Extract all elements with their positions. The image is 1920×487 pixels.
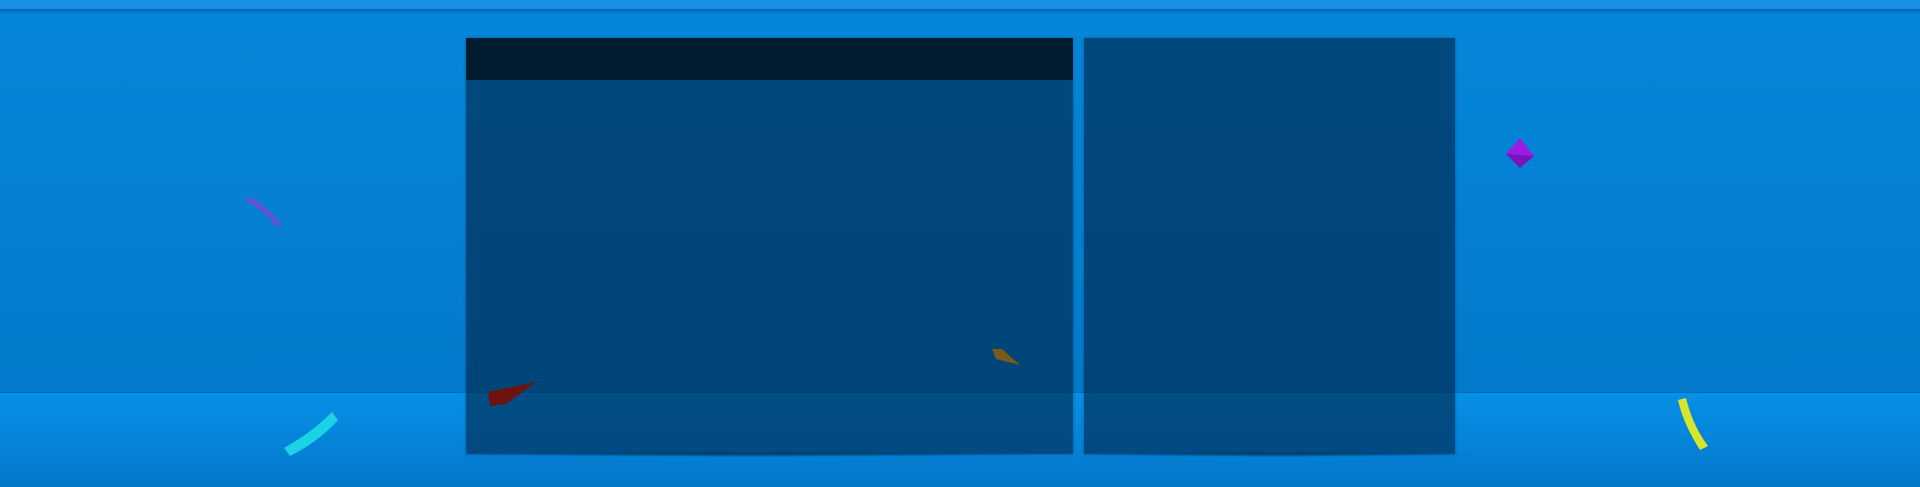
app-window bbox=[0, 0, 1920, 487]
confetti-purple-streak bbox=[244, 190, 292, 232]
confetti-brown-shard bbox=[990, 347, 1022, 369]
side-panel bbox=[1084, 38, 1455, 454]
main-panel-header bbox=[466, 38, 1073, 80]
confetti-yellow-streak bbox=[1674, 396, 1712, 452]
main-panel bbox=[466, 38, 1073, 454]
side-panel-floor-tint bbox=[1084, 393, 1455, 454]
confetti-violet-diamond bbox=[1500, 136, 1540, 172]
confetti-darkred-shard bbox=[486, 380, 544, 410]
top-strip bbox=[0, 0, 1920, 9]
main-panel-floor-tint bbox=[466, 393, 1073, 454]
confetti-cyan-streak bbox=[280, 404, 346, 458]
